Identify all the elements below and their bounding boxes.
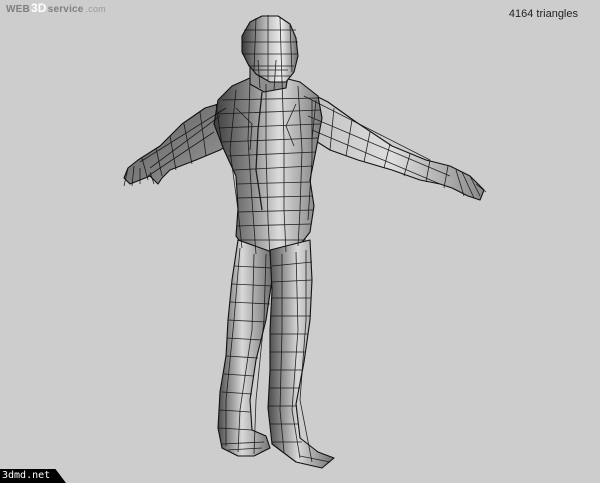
mesh-right-leg	[267, 239, 335, 469]
mesh-torso	[213, 77, 323, 257]
mesh-right-arm	[299, 87, 485, 201]
mesh-silhouette	[123, 15, 485, 469]
watermark: 3dmd.net	[0, 469, 66, 483]
3d-viewport[interactable]: WEB3Dservice .com 4164 triangles 3dmd.ne…	[0, 0, 600, 483]
wireframe-human-model[interactable]	[0, 0, 600, 483]
